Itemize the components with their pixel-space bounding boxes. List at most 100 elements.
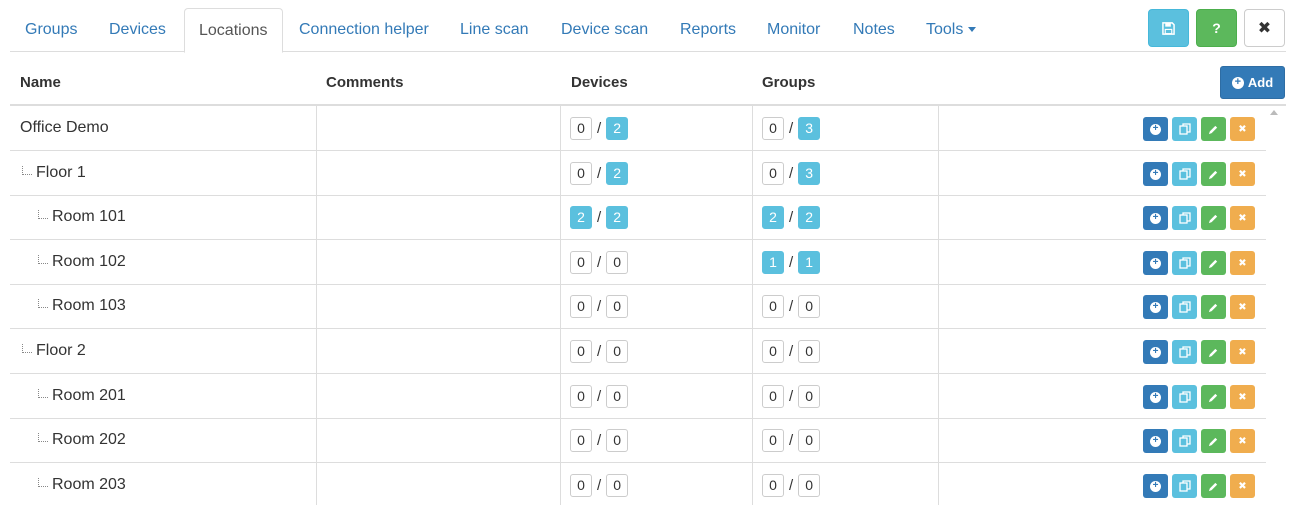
row-actions: + ✖ xyxy=(1143,295,1255,319)
tab-device-scan[interactable]: Device scan xyxy=(547,8,662,52)
caret-down-icon xyxy=(968,27,977,33)
slash-separator: / xyxy=(789,254,794,271)
tab-label: Monitor xyxy=(767,21,821,38)
tab-tools[interactable]: Tools xyxy=(912,8,990,52)
save-icon xyxy=(1162,21,1175,35)
devices-total-badge: 0 xyxy=(606,385,629,408)
delete-button[interactable]: ✖ xyxy=(1230,340,1255,364)
location-name[interactable]: Room 202 xyxy=(52,431,126,449)
location-name[interactable]: Office Demo xyxy=(20,119,109,137)
location-name[interactable]: Room 101 xyxy=(52,208,126,226)
add-location-button[interactable]: + Add xyxy=(1220,66,1285,99)
remove-x-icon: ✖ xyxy=(1238,435,1247,447)
devices-total-badge: 0 xyxy=(606,429,629,452)
add-child-button[interactable]: + xyxy=(1143,385,1168,409)
delete-button[interactable]: ✖ xyxy=(1230,251,1255,275)
location-name[interactable]: Room 103 xyxy=(52,297,126,315)
edit-button[interactable] xyxy=(1201,295,1226,319)
groups-direct-badge: 0 xyxy=(762,474,784,497)
devices-direct-badge: 0 xyxy=(570,340,592,363)
location-name[interactable]: Room 102 xyxy=(52,253,126,271)
location-name[interactable]: Room 203 xyxy=(52,476,126,494)
add-child-button[interactable]: + xyxy=(1143,474,1168,498)
edit-button[interactable] xyxy=(1201,117,1226,141)
name-cell: Office Demo xyxy=(10,106,317,150)
devices-cell: 0 /2 xyxy=(561,106,753,150)
devices-count-pair: 0/0 xyxy=(570,385,629,408)
tab-label: Tools xyxy=(926,21,964,38)
tab-devices[interactable]: Devices xyxy=(95,8,180,52)
delete-button[interactable]: ✖ xyxy=(1230,385,1255,409)
tab-locations[interactable]: Locations xyxy=(184,8,283,53)
tab-connection-helper[interactable]: Connection helper xyxy=(285,8,443,52)
save-button[interactable] xyxy=(1148,9,1189,47)
add-child-button[interactable]: + xyxy=(1143,295,1168,319)
copy-button[interactable] xyxy=(1172,251,1197,275)
location-name[interactable]: Room 201 xyxy=(52,387,126,405)
plus-circle-icon: + xyxy=(1150,346,1161,358)
slash-separator: / xyxy=(597,432,602,449)
delete-button[interactable]: ✖ xyxy=(1230,162,1255,186)
devices-direct-badge: 0 xyxy=(570,117,592,140)
add-child-button[interactable]: + xyxy=(1143,206,1168,230)
slash-separator: / xyxy=(597,120,602,137)
copy-button[interactable] xyxy=(1172,117,1197,141)
edit-button[interactable] xyxy=(1201,340,1226,364)
comments-cell xyxy=(317,195,561,239)
edit-button[interactable] xyxy=(1201,162,1226,186)
actions-cell: + ✖ xyxy=(939,374,1266,418)
tab-notes[interactable]: Notes xyxy=(839,8,909,52)
main-tabs: Groups Devices Locations Connection helper L… xyxy=(10,8,1286,53)
edit-button[interactable] xyxy=(1201,206,1226,230)
slash-separator: / xyxy=(597,254,602,271)
add-child-button[interactable]: + xyxy=(1143,429,1168,453)
actions-cell: + ✖ xyxy=(939,240,1266,284)
devices-total-badge: 0 xyxy=(606,474,629,497)
copy-button[interactable] xyxy=(1172,429,1197,453)
copy-button[interactable] xyxy=(1172,295,1197,319)
tab-label: Notes xyxy=(853,21,895,38)
tree-branch-icon xyxy=(38,389,48,398)
groups-total-badge: 1 xyxy=(798,251,821,274)
tab-line-scan[interactable]: Line scan xyxy=(446,8,543,52)
tab-label: Devices xyxy=(109,21,166,38)
delete-button[interactable]: ✖ xyxy=(1230,429,1255,453)
edit-button[interactable] xyxy=(1201,474,1226,498)
copy-button[interactable] xyxy=(1172,474,1197,498)
copy-button[interactable] xyxy=(1172,385,1197,409)
add-button-label: Add xyxy=(1247,75,1274,90)
delete-button[interactable]: ✖ xyxy=(1230,474,1255,498)
groups-cell: 0/0 xyxy=(753,463,939,505)
tab-monitor[interactable]: Monitor xyxy=(753,8,834,52)
table-row: Room 203 0/0 0/0 + ✖ xyxy=(10,463,1266,505)
location-name[interactable]: Floor 1 xyxy=(36,164,86,182)
add-child-button[interactable]: + xyxy=(1143,340,1168,364)
row-actions: + ✖ xyxy=(1143,206,1255,230)
tab-reports[interactable]: Reports xyxy=(666,8,750,52)
scroll-up-arrow-icon[interactable] xyxy=(1270,110,1278,115)
delete-button[interactable]: ✖ xyxy=(1230,295,1255,319)
tab-label: Device scan xyxy=(561,21,649,38)
add-child-button[interactable]: + xyxy=(1143,162,1168,186)
copy-button[interactable] xyxy=(1172,206,1197,230)
devices-count-pair: 0/0 xyxy=(570,295,629,318)
plus-circle-icon: + xyxy=(1150,391,1161,403)
edit-button[interactable] xyxy=(1201,385,1226,409)
table-row: Room 103 0/0 0/0 + ✖ xyxy=(10,284,1266,329)
comments-cell xyxy=(317,284,561,328)
groups-total-badge: 0 xyxy=(798,474,821,497)
copy-button[interactable] xyxy=(1172,162,1197,186)
location-name[interactable]: Floor 2 xyxy=(36,342,86,360)
help-button[interactable]: ? xyxy=(1196,9,1237,47)
devices-cell: 0/0 xyxy=(561,240,753,284)
close-button[interactable]: ✖ xyxy=(1244,9,1285,47)
copy-button[interactable] xyxy=(1172,340,1197,364)
delete-button[interactable]: ✖ xyxy=(1230,117,1255,141)
edit-button[interactable] xyxy=(1201,429,1226,453)
tab-groups[interactable]: Groups xyxy=(11,8,91,52)
delete-button[interactable]: ✖ xyxy=(1230,206,1255,230)
add-child-button[interactable]: + xyxy=(1143,117,1168,141)
groups-count-pair: 0/0 xyxy=(762,340,821,363)
edit-button[interactable] xyxy=(1201,251,1226,275)
add-child-button[interactable]: + xyxy=(1143,251,1168,275)
